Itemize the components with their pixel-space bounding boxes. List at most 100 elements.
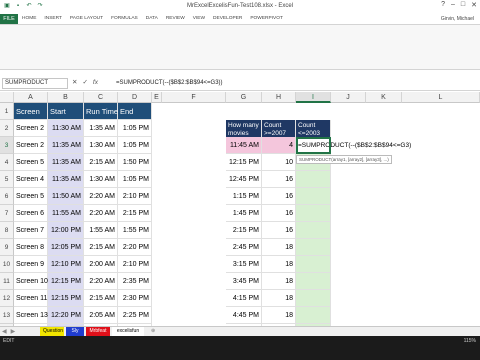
table-cell[interactable]: 2:15 AM bbox=[84, 154, 118, 171]
table-cell[interactable]: 11:35 AM bbox=[48, 171, 84, 188]
table-cell[interactable]: Screen 5 bbox=[14, 154, 48, 171]
time-cell[interactable]: 11:45 AM bbox=[226, 137, 262, 154]
table-cell[interactable]: 2:20 AM bbox=[84, 188, 118, 205]
table-cell[interactable]: Screen 2 bbox=[14, 137, 48, 154]
count-cell[interactable]: 16 bbox=[262, 171, 296, 188]
count-cell[interactable]: 18 bbox=[262, 307, 296, 324]
table-cell[interactable]: Screen 8 bbox=[14, 239, 48, 256]
ribbon-tab[interactable]: HOME bbox=[22, 14, 36, 24]
row-header[interactable]: 9 bbox=[0, 239, 14, 256]
table-cell[interactable]: 2:10 PM bbox=[118, 256, 152, 273]
count-cell[interactable]: 18 bbox=[262, 290, 296, 307]
insert-function-icon[interactable]: fx bbox=[93, 78, 98, 88]
name-box[interactable]: SUMPRODUCT bbox=[2, 78, 68, 89]
count-cell[interactable]: 16 bbox=[262, 222, 296, 239]
column-header-g[interactable]: G bbox=[226, 92, 262, 103]
table-cell[interactable]: 11:55 AM bbox=[48, 205, 84, 222]
row-header[interactable]: 8 bbox=[0, 222, 14, 239]
ribbon-tab[interactable]: REVIEW bbox=[166, 14, 185, 24]
row-header[interactable]: 7 bbox=[0, 205, 14, 222]
table-cell[interactable]: 12:10 PM bbox=[48, 256, 84, 273]
next-sheet-icon[interactable]: ▶ bbox=[11, 328, 16, 336]
table-cell[interactable]: 12:05 PM bbox=[48, 239, 84, 256]
table-cell[interactable]: 1:55 PM bbox=[118, 222, 152, 239]
count-2003-cell[interactable] bbox=[296, 290, 331, 307]
sheet-tab[interactable]: Sly bbox=[66, 327, 84, 336]
table-cell[interactable]: 1:05 PM bbox=[118, 171, 152, 188]
count-2003-cell[interactable] bbox=[296, 171, 331, 188]
table-cell[interactable]: 2:15 AM bbox=[84, 290, 118, 307]
table-cell[interactable]: 11:35 AM bbox=[48, 154, 84, 171]
table-header-cell[interactable]: Run Time bbox=[84, 103, 118, 120]
count-cell[interactable]: 18 bbox=[262, 273, 296, 290]
column-header-a[interactable]: A bbox=[14, 92, 48, 103]
count-2003-cell[interactable] bbox=[296, 188, 331, 205]
column-header-i[interactable]: I bbox=[296, 92, 331, 103]
time-cell[interactable]: 1:45 PM bbox=[226, 205, 262, 222]
count-2003-cell[interactable] bbox=[296, 256, 331, 273]
table-cell[interactable]: Screen 7 bbox=[14, 222, 48, 239]
worksheet-grid[interactable]: ABCDEFGHIJKL12345678910111213141516Scree… bbox=[0, 92, 480, 326]
table-cell[interactable]: Screen 2 bbox=[14, 120, 48, 137]
ribbon-tab[interactable]: INSERT bbox=[44, 14, 62, 24]
close-icon[interactable]: ✕ bbox=[471, 1, 477, 9]
help-icon[interactable]: ? bbox=[441, 1, 445, 9]
column-header-h[interactable]: H bbox=[262, 92, 296, 103]
file-tab[interactable]: FILE bbox=[0, 14, 18, 24]
table-cell[interactable]: Screen 13 bbox=[14, 307, 48, 324]
enter-icon[interactable]: ✓ bbox=[82, 78, 87, 88]
table-cell[interactable]: 11:35 AM bbox=[48, 137, 84, 154]
column-header-l[interactable]: L bbox=[402, 92, 480, 103]
time-cell[interactable]: 3:45 PM bbox=[226, 273, 262, 290]
row-header[interactable]: 12 bbox=[0, 290, 14, 307]
ribbon-tab[interactable]: VIEW bbox=[193, 14, 205, 24]
table-cell[interactable]: 2:00 AM bbox=[84, 256, 118, 273]
count-2003-cell[interactable] bbox=[296, 307, 331, 324]
count-cell[interactable]: 4 bbox=[262, 137, 296, 154]
count-2003-cell[interactable] bbox=[296, 273, 331, 290]
row-header[interactable]: 6 bbox=[0, 188, 14, 205]
ribbon-tab[interactable]: POWERPIVOT bbox=[250, 14, 283, 24]
table-cell[interactable]: Screen 10 bbox=[14, 273, 48, 290]
table-cell[interactable]: 1:35 AM bbox=[84, 120, 118, 137]
count-cell[interactable]: 18 bbox=[262, 239, 296, 256]
zoom-level[interactable]: 115% bbox=[464, 338, 476, 344]
table-cell[interactable]: 1:30 AM bbox=[84, 171, 118, 188]
column-header-f[interactable]: F bbox=[162, 92, 226, 103]
table-cell[interactable]: 2:20 PM bbox=[118, 239, 152, 256]
table-cell[interactable]: 2:05 AM bbox=[84, 307, 118, 324]
ribbon-tab[interactable]: DATA bbox=[146, 14, 158, 24]
row-header[interactable]: 1 bbox=[0, 103, 14, 120]
count-cell[interactable]: 16 bbox=[262, 188, 296, 205]
table-cell[interactable]: 2:35 PM bbox=[118, 273, 152, 290]
row-header[interactable]: 3 bbox=[0, 137, 14, 154]
time-cell[interactable]: 12:15 PM bbox=[226, 154, 262, 171]
table-cell[interactable]: 1:50 PM bbox=[118, 154, 152, 171]
column-header-d[interactable]: D bbox=[118, 92, 152, 103]
table-cell[interactable]: 1:55 AM bbox=[84, 222, 118, 239]
row-header[interactable]: 4 bbox=[0, 154, 14, 171]
table-cell[interactable]: 12:15 PM bbox=[48, 273, 84, 290]
row-header[interactable]: 13 bbox=[0, 307, 14, 324]
time-cell[interactable]: 2:15 PM bbox=[226, 222, 262, 239]
count-cell[interactable]: 16 bbox=[262, 205, 296, 222]
count-2003-cell[interactable] bbox=[296, 205, 331, 222]
time-cell[interactable]: 4:15 PM bbox=[226, 290, 262, 307]
count-2003-cell[interactable] bbox=[296, 239, 331, 256]
sheet-tab[interactable]: Question bbox=[40, 327, 64, 336]
row-header[interactable]: 11 bbox=[0, 273, 14, 290]
minimize-icon[interactable]: – bbox=[451, 1, 455, 9]
column-header-b[interactable]: B bbox=[48, 92, 84, 103]
row-header[interactable]: 2 bbox=[0, 120, 14, 137]
table-cell[interactable]: 1:05 PM bbox=[118, 137, 152, 154]
maximize-icon[interactable]: □ bbox=[461, 1, 465, 9]
table-cell[interactable]: 12:15 PM bbox=[48, 290, 84, 307]
table-cell[interactable]: Screen 9 bbox=[14, 256, 48, 273]
time-cell[interactable]: 4:45 PM bbox=[226, 307, 262, 324]
table-cell[interactable]: 2:30 PM bbox=[118, 290, 152, 307]
table-cell[interactable]: Screen 11 bbox=[14, 290, 48, 307]
table-cell[interactable]: 2:15 PM bbox=[118, 205, 152, 222]
column-header-j[interactable]: J bbox=[331, 92, 366, 103]
sheet-tab[interactable]: excelisfun bbox=[112, 327, 144, 336]
user-name[interactable]: Girvin, Michael bbox=[441, 14, 474, 24]
